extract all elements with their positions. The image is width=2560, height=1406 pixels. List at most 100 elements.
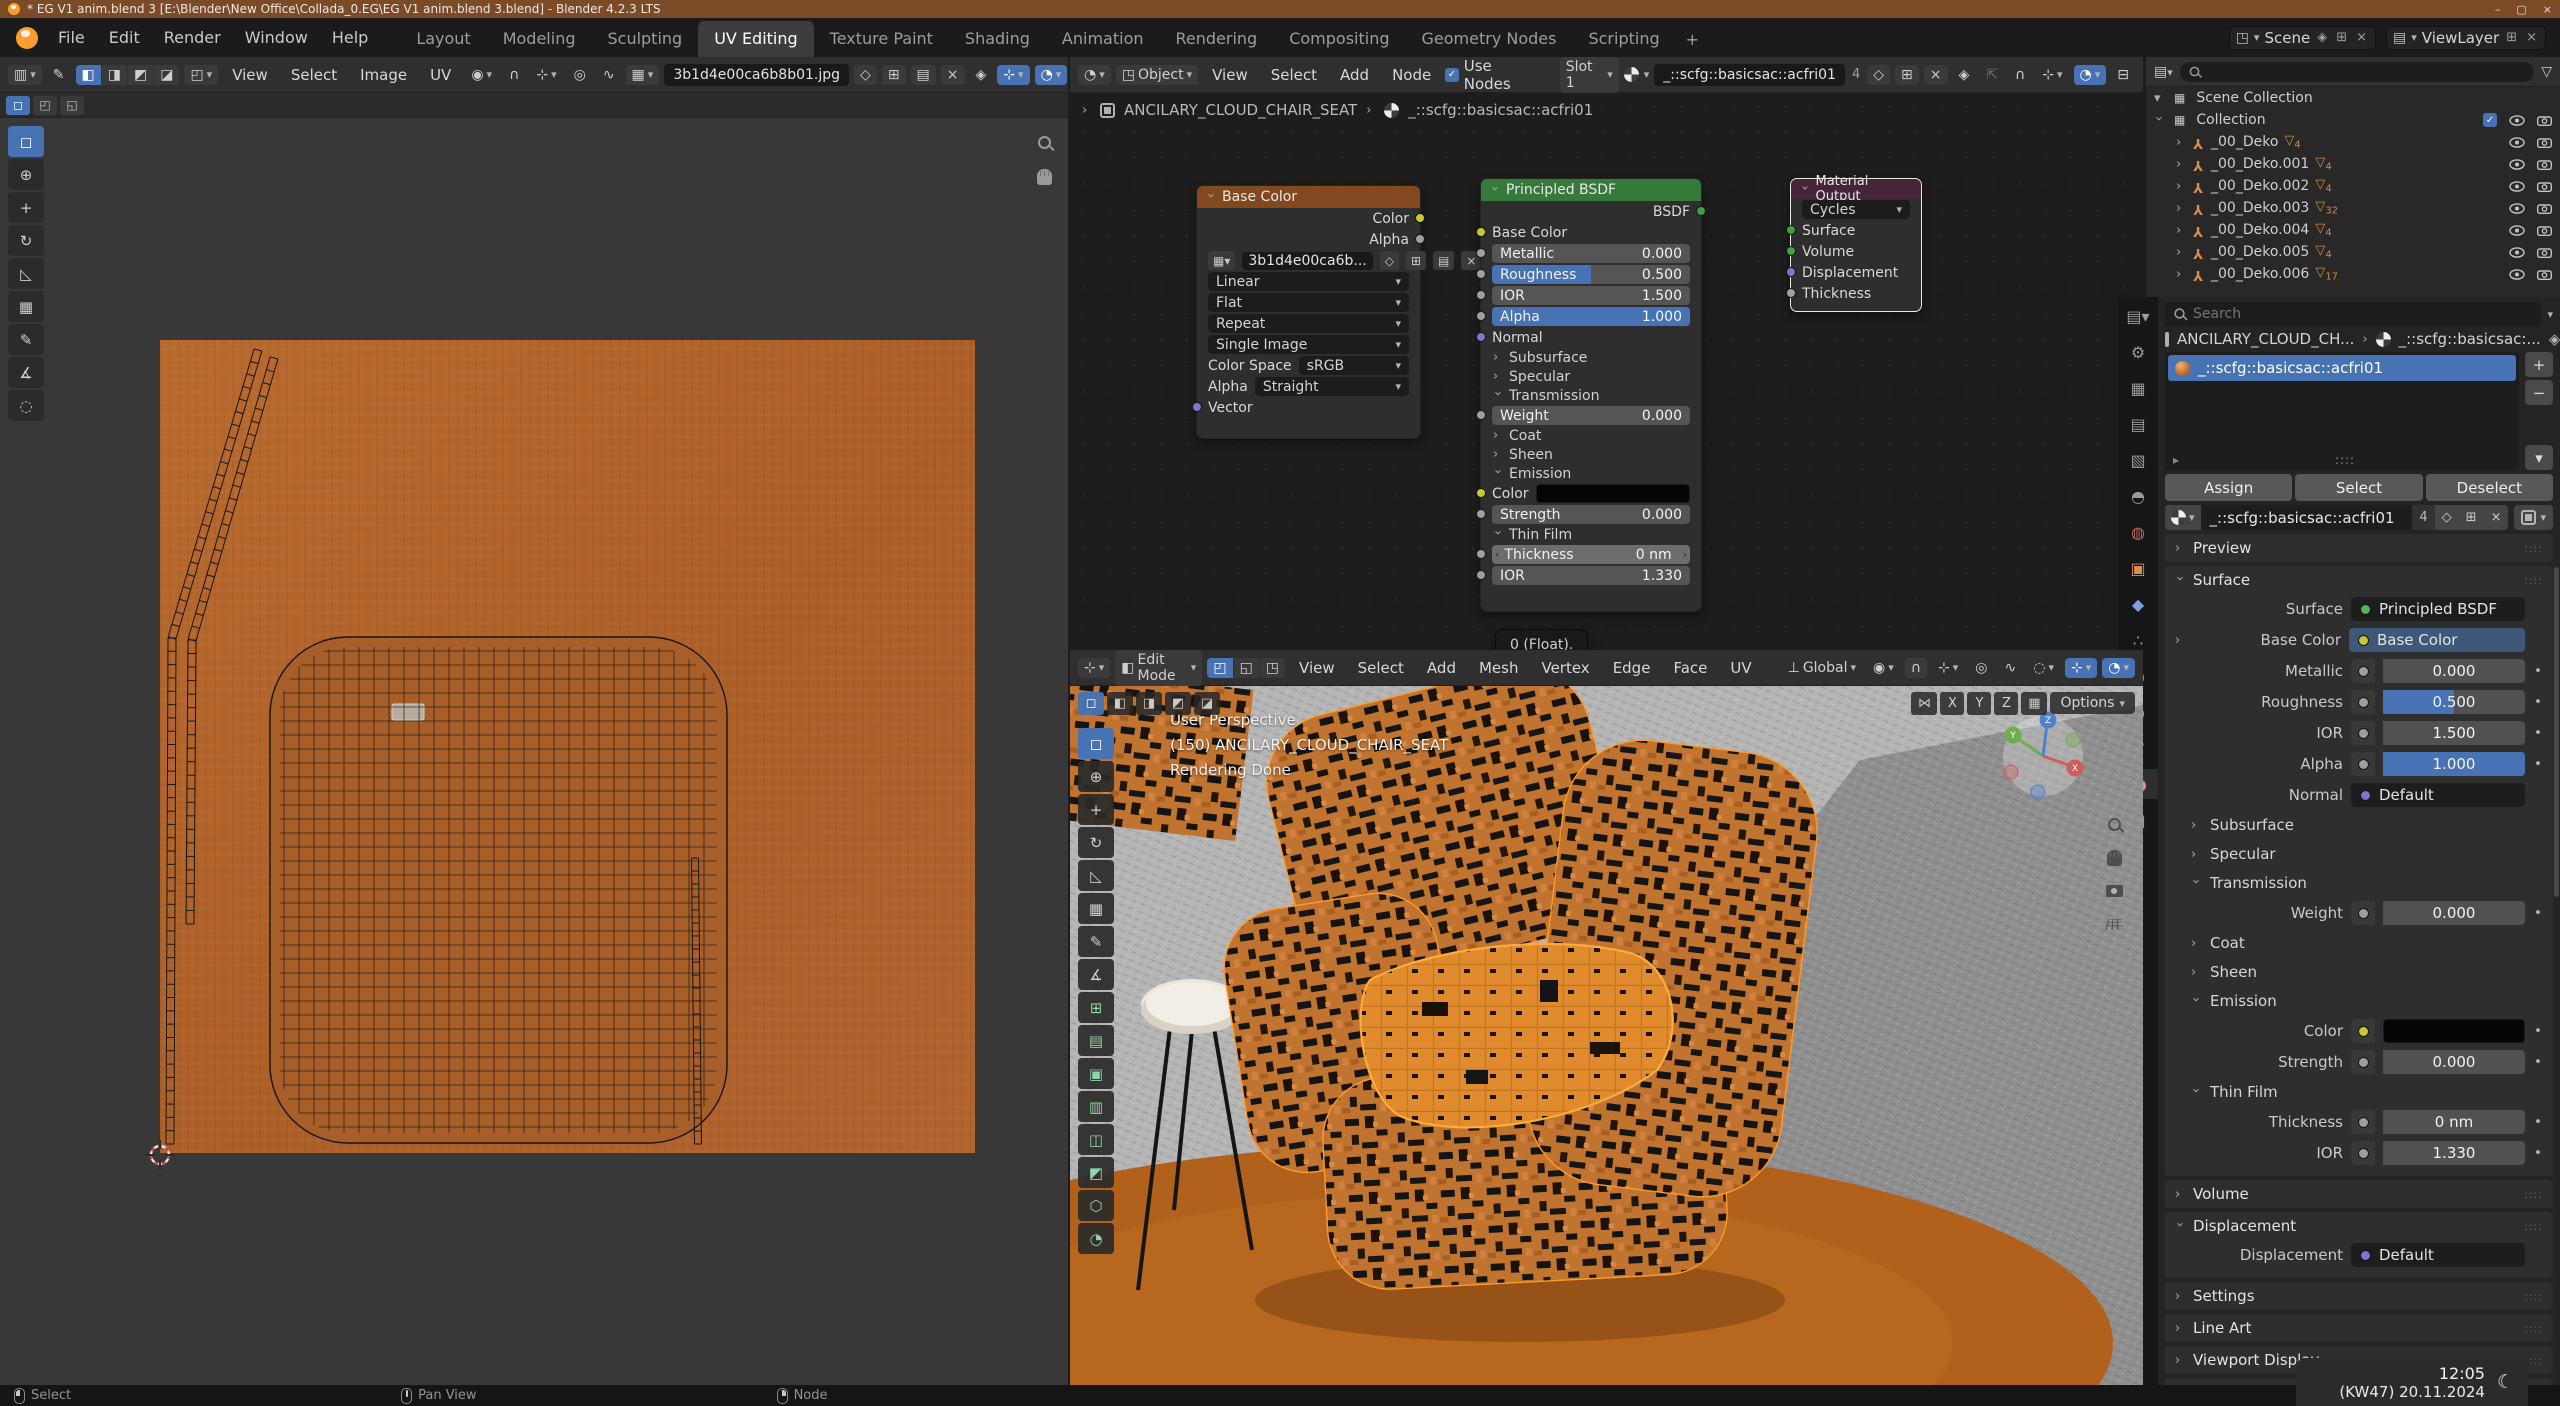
- options-dropdown-icon[interactable]: ▾: [2547, 308, 2553, 321]
- snap-magnet-icon[interactable]: ∩: [1905, 658, 1927, 678]
- tool-rotate[interactable]: ↻: [1078, 827, 1114, 858]
- emission-color-swatch[interactable]: [2383, 1019, 2525, 1043]
- object-row[interactable]: ›Y _00_Deko.004 ▽4: [2146, 219, 2560, 241]
- scrollbar[interactable]: [2554, 567, 2559, 897]
- material-browse-button[interactable]: ▾: [2165, 505, 2201, 530]
- tool-add-cube[interactable]: ⊞: [1078, 992, 1114, 1023]
- specular-section[interactable]: ›Specular: [2175, 842, 2543, 866]
- proportional-edit-icon[interactable]: ◎: [568, 65, 592, 85]
- select-button[interactable]: Select: [2295, 474, 2422, 501]
- render-camera-icon[interactable]: [2537, 159, 2552, 170]
- assign-button[interactable]: Assign: [2165, 474, 2292, 501]
- vp-menu-uv[interactable]: UV: [1721, 656, 1760, 680]
- thickness-slider[interactable]: 0 nm: [2383, 1110, 2525, 1134]
- tool-annotate[interactable]: ✎: [1078, 926, 1114, 957]
- minimize-icon[interactable]: –: [2495, 3, 2501, 16]
- pin-icon[interactable]: ◈: [1953, 65, 1976, 85]
- tool-knife[interactable]: ◩: [1078, 1157, 1114, 1188]
- material-slot-selected[interactable]: _::scfg::basicsac::acfri01: [2168, 355, 2516, 381]
- deselect-button[interactable]: Deselect: [2426, 474, 2553, 501]
- line-art-panel[interactable]: ›Line Art::::: [2165, 1314, 2553, 1342]
- tool-poly-build[interactable]: ⬡: [1078, 1190, 1114, 1221]
- metallic-slider[interactable]: 0.000: [2383, 659, 2525, 683]
- tab-output[interactable]: ▤: [2118, 409, 2158, 439]
- close-icon[interactable]: ×: [2543, 3, 2552, 16]
- render-camera-icon[interactable]: [2537, 247, 2552, 258]
- specular-section[interactable]: ›Specular: [1481, 367, 1701, 386]
- overlays-toggle-button[interactable]: ◔▾: [1035, 65, 1068, 85]
- proportional-edit-icon[interactable]: ◎: [1969, 658, 1993, 678]
- editor-type-button[interactable]: ▤▾: [2154, 64, 2173, 80]
- vp-menu-face[interactable]: Face: [1664, 656, 1716, 680]
- overlays-toggle-button[interactable]: ◔▾: [2074, 65, 2107, 85]
- copy-material-icon[interactable]: ⊞: [1895, 65, 1919, 85]
- breadcrumb-object[interactable]: ANCILARY_CLOUD_CHAIR_SEAT: [1124, 101, 1357, 119]
- select-tool-extend[interactable]: ◧: [1107, 692, 1133, 715]
- expand-base-color[interactable]: ›: [2175, 633, 2184, 648]
- hide-eye-icon[interactable]: [2509, 137, 2525, 148]
- surface-shader-field[interactable]: Principled BSDF: [2351, 597, 2525, 621]
- menu-edit[interactable]: Edit: [97, 24, 152, 51]
- preview-panel[interactable]: ›Preview::::: [2165, 534, 2553, 562]
- mirror-icon[interactable]: ⋈: [1911, 692, 1937, 715]
- ior-slider[interactable]: IOR1.500: [1492, 286, 1690, 305]
- node-menu-view[interactable]: View: [1203, 63, 1257, 87]
- roughness-slider[interactable]: 0.500: [2383, 690, 2525, 714]
- remove-layer-icon[interactable]: ×: [2524, 30, 2539, 45]
- new-scene-icon[interactable]: ⊞: [2334, 30, 2349, 45]
- sheen-section[interactable]: ›Sheen: [1481, 445, 1701, 464]
- mirror-x-button[interactable]: X: [1940, 692, 1964, 715]
- weight-slider[interactable]: 0.000: [2383, 901, 2525, 925]
- menu-window[interactable]: Window: [233, 24, 320, 51]
- tab-object[interactable]: ▣: [2118, 553, 2158, 583]
- object-row[interactable]: ›Y _00_Deko ▽4: [2146, 131, 2560, 153]
- menu-file[interactable]: File: [46, 24, 97, 51]
- coat-section[interactable]: ›Coat: [1481, 426, 1701, 445]
- gizmo-toggle-button[interactable]: ⊹▾: [2065, 658, 2097, 678]
- orientation-select[interactable]: ⊥ Global▾: [1782, 658, 1862, 678]
- node-header[interactable]: › Principled BSDF: [1481, 179, 1701, 201]
- projection-select[interactable]: Flat▾: [1208, 293, 1409, 312]
- normal-field[interactable]: Default: [2351, 783, 2525, 807]
- options-dropdown[interactable]: Options▾: [2050, 692, 2135, 714]
- zoom-icon[interactable]: [2108, 818, 2121, 831]
- object-row[interactable]: ›Y _00_Deko.006 ▽17: [2146, 263, 2560, 285]
- emission-section[interactable]: ›Emission: [2175, 989, 2543, 1013]
- color-space-select[interactable]: sRGB▾: [1299, 356, 1409, 375]
- select-mode-face[interactable]: ◩: [128, 65, 153, 85]
- users-count[interactable]: 4: [1850, 67, 1862, 82]
- node-menu-node[interactable]: Node: [1383, 63, 1440, 87]
- overlays-toggle-button[interactable]: ◔▾: [2102, 658, 2135, 678]
- tab-sculpting[interactable]: Sculpting: [591, 21, 698, 57]
- mode-select[interactable]: ◧ Edit Mode▾: [1115, 650, 1202, 686]
- transmission-section[interactable]: ›Transmission: [1481, 386, 1701, 405]
- alpha-socket[interactable]: [1415, 234, 1425, 244]
- interpolation-select[interactable]: Linear▾: [1208, 272, 1409, 291]
- unlink-material-icon[interactable]: ×: [2484, 505, 2509, 530]
- copy-material-icon[interactable]: ⊞: [2459, 505, 2484, 530]
- editor-type-button[interactable]: ▤▾: [2118, 301, 2158, 331]
- falloff-curve-icon[interactable]: ∿: [597, 65, 621, 85]
- tool-annotate[interactable]: ✎: [8, 324, 44, 355]
- uv-canvas[interactable]: ◻ ⊕ + ↻ ◺ ▦ ✎ ∡ ◌: [0, 118, 1068, 1385]
- pivot-button[interactable]: ◉▾: [465, 65, 498, 85]
- image-icon[interactable]: ▦▾: [1208, 251, 1235, 270]
- metallic-slider[interactable]: Metallic0.000: [1492, 244, 1690, 263]
- collection-row[interactable]: ›▦ Collection ✓: [2146, 109, 2560, 131]
- material-output-node[interactable]: › Material Output Cycles▾ Surface Volume…: [1790, 178, 1922, 312]
- node-header[interactable]: › Base Color: [1197, 186, 1420, 208]
- snap-target-button[interactable]: ⊹▾: [1932, 658, 1964, 678]
- snap-settings-icon[interactable]: ▦: [2021, 692, 2047, 715]
- tab-scripting[interactable]: Scripting: [1572, 21, 1675, 57]
- expand-icon[interactable]: ▸: [2173, 453, 2179, 467]
- vector-socket[interactable]: [1192, 402, 1202, 412]
- view-layer-selector[interactable]: ▤▾ ViewLayer ⊞ ×: [2386, 26, 2546, 50]
- ior-slider[interactable]: 1.500: [2383, 721, 2525, 745]
- image-texture-node[interactable]: › Base Color Color Alpha ▦▾ 3b1d4e00ca6b…: [1196, 185, 1421, 439]
- vp-menu-add[interactable]: Add: [1418, 656, 1465, 680]
- tool-rotate[interactable]: ↻: [8, 225, 44, 256]
- tool-inset-faces[interactable]: ▣: [1078, 1058, 1114, 1089]
- subsurface-section[interactable]: ›Subsurface: [1481, 348, 1701, 367]
- tab-modifiers[interactable]: ◆: [2118, 589, 2158, 619]
- breadcrumb-material[interactable]: _::scfg::basicsac::acfri01: [1408, 101, 1593, 119]
